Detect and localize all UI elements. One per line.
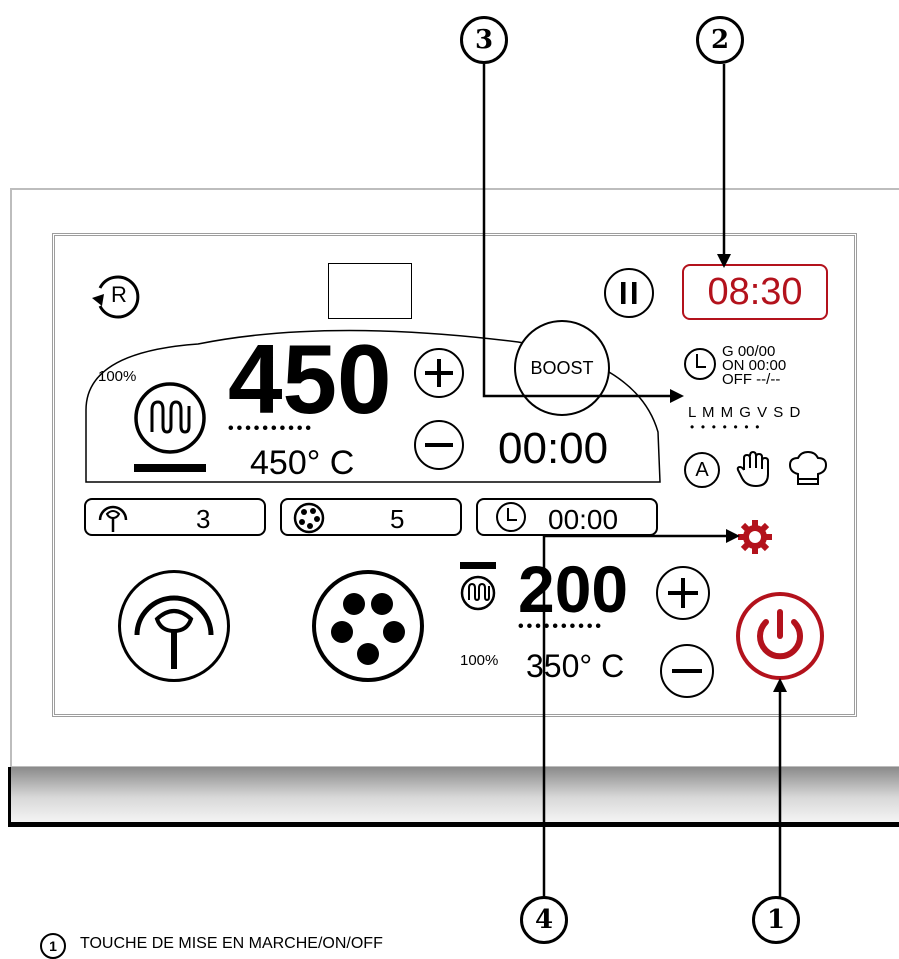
minus-icon [425,443,453,447]
legend-text: TOUCHE DE MISE EN MARCHE/ON/OFF [80,935,383,952]
lower-power-percent: 100% [460,652,499,669]
gear-icon [738,520,772,554]
plus-icon [425,359,453,387]
main-plus-button[interactable] [414,348,464,398]
program-clock-icon [682,346,718,382]
lower-plus-button[interactable] [656,566,710,620]
lower-minus-button[interactable] [660,644,714,698]
plus-icon [668,578,698,608]
manual-mode-icon[interactable] [734,448,774,490]
timer-pill[interactable]: 00:00 [476,498,658,536]
clock-display[interactable]: 08:30 [682,264,828,320]
program-off: OFF --/-- [722,371,781,388]
heating-element-icon [130,380,210,476]
power-icon [736,592,824,680]
lower-dots: •••••••••• [518,618,605,635]
callout-4: 4 [520,896,568,944]
pause-icon [621,282,637,304]
auto-mode-label: A [695,458,709,481]
fan-speed-pill[interactable]: 3 [84,498,266,536]
main-timer: 00:00 [498,424,609,473]
device-bezel [8,767,899,827]
pause-button[interactable] [604,268,654,318]
main-dots: •••••••••• [228,420,315,437]
main-setpoint: 450 [228,324,392,434]
reset-button[interactable]: R [86,268,142,324]
display-window [328,263,412,319]
main-minus-button[interactable] [414,420,464,470]
settings-gear-button[interactable] [736,518,774,556]
timer-pill-value: 00:00 [548,504,619,535]
fan-icon [98,505,128,532]
fan-mode-button[interactable] [118,570,230,682]
auto-mode-button[interactable]: A [684,452,720,488]
burner-icon [293,502,325,534]
callout-1: 1 [752,896,800,944]
timer-clock-icon [496,502,526,532]
callout-2: 2 [696,16,744,64]
minus-icon [672,669,702,673]
lower-heating-icon [456,560,500,614]
fan-large-icon [134,595,214,669]
hob-pill[interactable]: 5 [280,498,462,536]
lower-actual-temp: 350° C [526,648,625,684]
program-days: L M M G V S D [688,404,802,421]
hob-value: 5 [390,504,405,534]
hob-mode-button[interactable] [312,570,424,682]
callout-3: 3 [460,16,508,64]
reset-label: R [111,282,127,307]
fan-speed-value: 3 [196,504,211,534]
legend-marker: 1 [40,933,66,959]
lower-setpoint: 200 [518,552,629,626]
main-actual-temp: 450° C [250,444,355,482]
boost-button[interactable]: BOOST [514,320,610,416]
boost-label: BOOST [530,357,594,378]
power-button[interactable] [734,590,826,682]
chef-hat-icon[interactable] [786,450,830,492]
burner-large-icon [331,593,405,665]
program-day-dots: • • • • • • • [690,420,760,434]
